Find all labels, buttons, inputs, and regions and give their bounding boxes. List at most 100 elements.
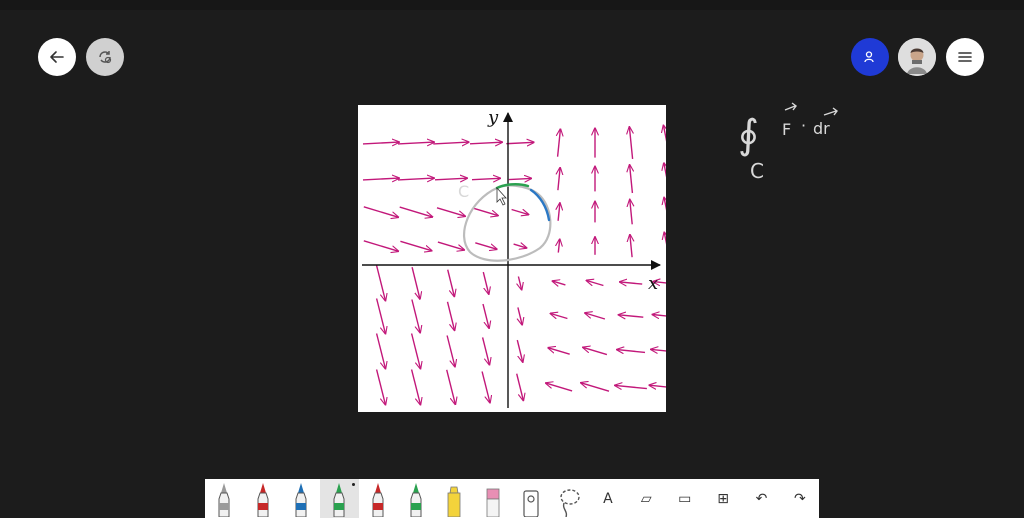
text-icon: A — [603, 490, 613, 507]
field-arrow — [583, 347, 608, 356]
field-arrow — [397, 178, 434, 180]
integrand-f: F — [782, 120, 791, 139]
dr-vector-arrow — [823, 107, 838, 116]
user-avatar[interactable] — [898, 38, 936, 76]
field-arrow — [664, 198, 671, 227]
field-arrow — [482, 303, 489, 328]
vector-field-figure: x y — [358, 105, 685, 412]
ruler-icon — [523, 489, 539, 517]
back-button[interactable] — [38, 38, 76, 76]
field-arrow — [446, 335, 455, 367]
field-arrow — [433, 142, 468, 144]
pen-icon — [257, 482, 269, 517]
field-arrow — [516, 373, 524, 401]
image-icon: ▭ — [678, 490, 692, 507]
tool-text[interactable]: A — [589, 479, 627, 518]
field-arrow — [664, 126, 672, 161]
sync-button[interactable] — [86, 38, 124, 76]
tool-pen-blue[interactable] — [282, 479, 320, 518]
tool-pen-multicolor-1[interactable] — [359, 479, 397, 518]
tool-ruler[interactable] — [512, 479, 550, 518]
field-arrow — [629, 127, 632, 159]
eraser-icon — [486, 488, 500, 517]
tool-pen-multicolor-2[interactable] — [397, 479, 435, 518]
field-arrow — [516, 339, 522, 362]
field-arrow — [617, 350, 646, 353]
field-arrow — [473, 207, 498, 215]
field-arrow — [518, 307, 522, 324]
menu-button[interactable] — [946, 38, 984, 76]
tool-lasso[interactable] — [550, 479, 588, 518]
integrand-dr: dr — [813, 119, 830, 138]
field-arrow — [619, 315, 644, 317]
field-arrow — [436, 207, 465, 216]
pen-icon — [333, 482, 345, 517]
active-indicator — [351, 483, 355, 486]
vector-field-plot: x y — [362, 107, 685, 408]
hamburger-icon — [958, 52, 972, 62]
field-arrow — [447, 269, 455, 297]
pen-icon — [410, 482, 422, 517]
tool-add[interactable]: ⊞ — [704, 479, 742, 518]
lasso-icon — [559, 488, 580, 517]
pencil-icon — [218, 482, 230, 517]
plus-box-icon: ⊞ — [717, 490, 729, 507]
integrand-dot: · — [801, 116, 806, 135]
field-arrow — [553, 281, 566, 285]
field-arrow — [375, 369, 386, 405]
field-arrow — [481, 337, 490, 364]
field-arrow — [475, 242, 496, 249]
field-arrow — [410, 333, 421, 369]
field-arrow — [363, 206, 398, 217]
field-arrow — [558, 239, 559, 253]
field-arrow — [363, 240, 398, 251]
arrow-left-icon — [50, 51, 64, 63]
integral-subscript-c: C — [750, 159, 764, 183]
field-arrow — [375, 298, 386, 334]
f-vector-arrow — [784, 102, 797, 111]
field-arrow — [469, 142, 502, 144]
tool-pencil-gray[interactable] — [205, 479, 243, 518]
field-arrow — [375, 333, 386, 369]
field-arrow — [548, 348, 570, 355]
field-arrow — [585, 313, 606, 320]
tool-image[interactable]: ▭ — [666, 479, 704, 518]
field-arrow — [513, 244, 527, 248]
field-arrow — [558, 203, 560, 221]
tool-undo[interactable]: ↶ — [742, 479, 780, 518]
field-arrow — [446, 301, 455, 330]
user-button[interactable] — [851, 38, 889, 76]
field-arrow — [411, 299, 420, 333]
field-arrow — [615, 385, 647, 388]
tool-redo[interactable]: ↷ — [781, 479, 819, 518]
contour-integral-symbol: ∮ — [738, 112, 759, 158]
field-arrow — [446, 369, 456, 404]
field-arrow — [581, 383, 610, 392]
field-arrow — [518, 276, 521, 290]
person-icon — [864, 51, 874, 63]
tool-highlighter-yellow[interactable] — [435, 479, 473, 518]
refresh-icon — [99, 51, 112, 64]
x-axis-label: x — [648, 273, 658, 294]
top-frame-strip — [0, 0, 1024, 10]
field-arrow — [649, 385, 685, 389]
field-arrow — [551, 314, 568, 319]
tool-sticky-note[interactable]: ▱ — [627, 479, 665, 518]
tool-pen-green[interactable] — [320, 479, 359, 518]
note-icon: ▱ — [640, 490, 652, 507]
field-arrow — [506, 142, 533, 143]
drawing-toolbar: A ▱ ▭ ⊞ ↶ ↷ — [205, 479, 819, 518]
field-arrow — [630, 200, 632, 225]
field-arrow — [375, 265, 386, 301]
tool-pen-red[interactable] — [243, 479, 281, 518]
field-arrow — [664, 233, 671, 260]
highlighter-icon — [448, 486, 461, 517]
field-arrow — [587, 281, 604, 286]
field-arrow — [399, 206, 433, 217]
field-arrow — [664, 163, 671, 195]
field-arrow — [410, 369, 421, 405]
tool-eraser[interactable] — [474, 479, 512, 518]
field-arrow — [558, 129, 561, 157]
field-arrow — [558, 168, 560, 191]
avatar-image — [898, 38, 936, 76]
